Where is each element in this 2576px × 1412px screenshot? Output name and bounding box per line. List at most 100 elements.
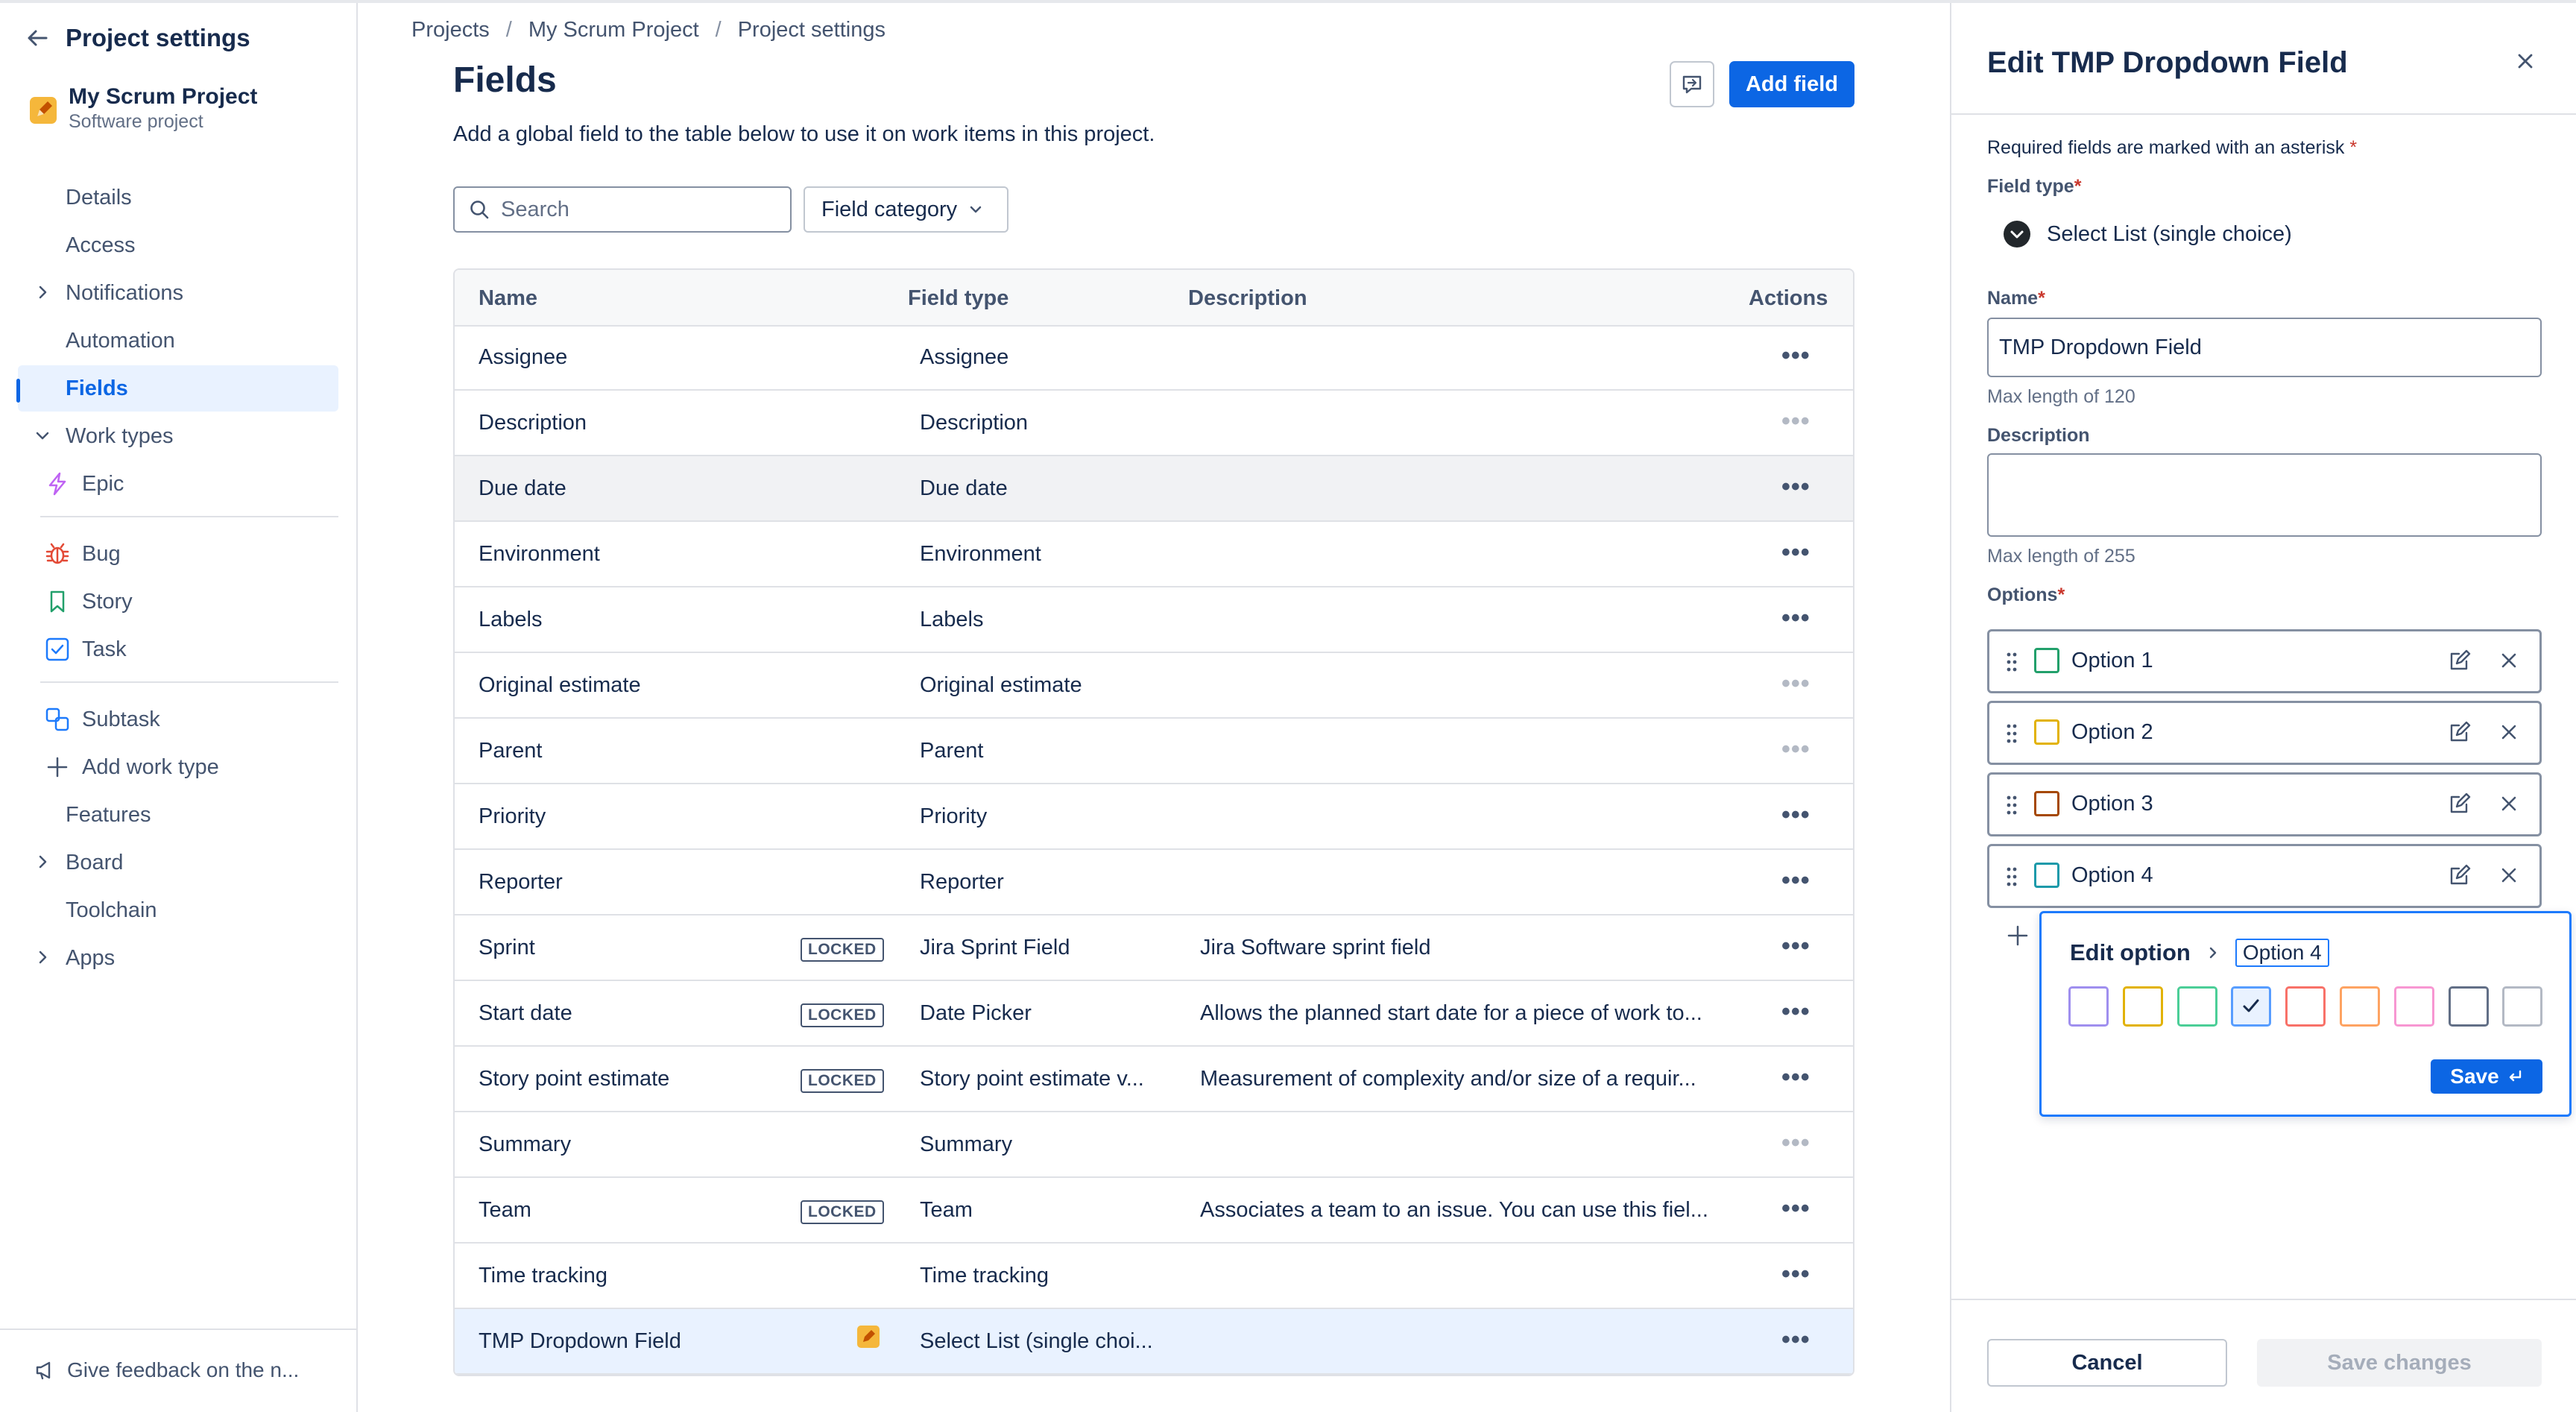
drag-handle-icon[interactable]	[2006, 651, 2018, 673]
edit-icon[interactable]	[2447, 863, 2472, 888]
more-actions-icon[interactable]: •••	[1781, 343, 1811, 368]
table-row[interactable]: Sprint LOCKED Jira Sprint Field Jira Softwa…	[455, 915, 1853, 981]
chevron-right-icon[interactable]	[34, 949, 51, 965]
table-row[interactable]: Parent Parent •••	[455, 719, 1853, 784]
back-arrow-icon[interactable]	[25, 26, 49, 50]
color-swatch[interactable]	[2068, 986, 2109, 1027]
remove-icon[interactable]	[2498, 864, 2520, 886]
more-actions-icon[interactable]: •••	[1781, 474, 1811, 499]
color-swatch[interactable]	[2231, 986, 2272, 1027]
sidebar-item-notifications[interactable]: Notifications	[18, 270, 338, 316]
more-actions-icon[interactable]: •••	[1781, 868, 1811, 893]
add-option-plus-icon[interactable]	[2005, 923, 2030, 948]
color-swatch[interactable]	[2340, 986, 2380, 1027]
chevron-right-icon[interactable]	[34, 854, 51, 870]
work-type-epic[interactable]: Epic	[18, 461, 338, 507]
color-swatch[interactable]	[2285, 986, 2326, 1027]
sidebar-item-automation[interactable]: Automation	[18, 318, 338, 364]
drag-handle-icon[interactable]	[2006, 866, 2018, 888]
sidebar-item-details[interactable]: Details	[18, 174, 338, 221]
more-actions-icon[interactable]: •••	[1781, 605, 1811, 631]
add-work-type-button[interactable]: Add work type	[18, 744, 338, 790]
edit-icon[interactable]	[2447, 791, 2472, 816]
chevron-down-icon[interactable]	[34, 427, 51, 444]
sidebar-item-apps[interactable]: Apps	[18, 935, 338, 981]
name-input[interactable]: TMP Dropdown Field	[1987, 318, 2542, 377]
option-color-swatch[interactable]	[2034, 648, 2059, 673]
option-item[interactable]: Option 1	[1987, 629, 2542, 693]
sidebar-item-access[interactable]: Access	[18, 222, 338, 268]
work-type-subtask[interactable]: Subtask	[18, 696, 338, 743]
more-actions-icon[interactable]: •••	[1781, 933, 1811, 959]
table-row[interactable]: TMP Dropdown Field Select List (single ch…	[455, 1309, 1853, 1375]
option-item[interactable]: Option 2	[1987, 701, 2542, 765]
more-actions-icon[interactable]: •••	[1781, 1065, 1811, 1090]
edit-icon[interactable]	[2447, 648, 2472, 673]
more-actions-icon[interactable]: •••	[1781, 1196, 1811, 1221]
table-row[interactable]: Original estimate Original estimate •••	[455, 653, 1853, 719]
column-header-description[interactable]: Description	[1188, 286, 1307, 311]
sidebar-item-toolchain[interactable]: Toolchain	[18, 887, 338, 933]
more-actions-icon[interactable]: •••	[1781, 1261, 1811, 1287]
search-input[interactable]: Search	[453, 186, 792, 233]
breadcrumb-project[interactable]: My Scrum Project	[528, 18, 699, 42]
color-swatch[interactable]	[2176, 986, 2217, 1027]
feedback-icon-button[interactable]	[1670, 61, 1714, 107]
sidebar-item-board[interactable]: Board	[18, 839, 338, 886]
table-row[interactable]: Priority Priority •••	[455, 784, 1853, 850]
table-row[interactable]: Summary Summary •••	[455, 1112, 1853, 1178]
close-icon[interactable]	[2513, 49, 2537, 73]
table-row[interactable]: Start date LOCKED Date Picker Allows the pl…	[455, 981, 1853, 1047]
table-row[interactable]: Due date Due date •••	[455, 456, 1853, 522]
description-textarea[interactable]	[1987, 453, 2542, 537]
more-actions-icon[interactable]: •••	[1781, 671, 1811, 696]
sidebar-item-features[interactable]: Features	[18, 792, 338, 838]
edit-icon[interactable]	[2447, 719, 2472, 745]
table-row[interactable]: Environment Environment •••	[455, 522, 1853, 587]
option-color-swatch[interactable]	[2034, 719, 2059, 745]
remove-icon[interactable]	[2498, 721, 2520, 743]
table-row[interactable]: Labels Labels •••	[455, 587, 1853, 653]
drag-handle-icon[interactable]	[2006, 722, 2018, 745]
drag-handle-icon[interactable]	[2006, 794, 2018, 816]
option-color-swatch[interactable]	[2034, 863, 2059, 888]
more-actions-icon[interactable]: •••	[1781, 1130, 1811, 1156]
breadcrumb-settings[interactable]: Project settings	[738, 18, 886, 42]
more-actions-icon[interactable]: •••	[1781, 1327, 1811, 1352]
column-header-field-type[interactable]: Field type	[908, 286, 1008, 311]
save-changes-button[interactable]: Save changes	[2257, 1339, 2542, 1387]
color-swatch[interactable]	[2122, 986, 2163, 1027]
breadcrumb-projects[interactable]: Projects	[411, 18, 490, 42]
save-option-button[interactable]: Save	[2431, 1059, 2542, 1094]
color-swatch[interactable]	[2393, 986, 2434, 1027]
table-row[interactable]: Story point estimate LOCKED Story point es…	[455, 1047, 1853, 1112]
chevron-right-icon[interactable]	[34, 284, 51, 300]
color-swatch[interactable]	[2502, 986, 2543, 1027]
option-item[interactable]: Option 3	[1987, 772, 2542, 836]
option-name-input[interactable]: Option 4	[2235, 939, 2329, 967]
more-actions-icon[interactable]: •••	[1781, 409, 1811, 434]
work-type-bug[interactable]: Bug	[18, 531, 338, 577]
work-type-task[interactable]: Task	[18, 626, 338, 672]
table-row[interactable]: Assignee Assignee •••	[455, 325, 1853, 391]
more-actions-icon[interactable]: •••	[1781, 802, 1811, 828]
table-row[interactable]: Time tracking Time tracking •••	[455, 1244, 1853, 1309]
column-header-name[interactable]: Name	[479, 286, 537, 311]
add-field-button[interactable]: Add field	[1729, 61, 1854, 107]
remove-icon[interactable]	[2498, 649, 2520, 672]
work-type-story[interactable]: Story	[18, 579, 338, 625]
sidebar-item-fields[interactable]: Fields	[18, 365, 338, 412]
option-color-swatch[interactable]	[2034, 791, 2059, 816]
table-row[interactable]: Description Description •••	[455, 391, 1853, 456]
more-actions-icon[interactable]: •••	[1781, 540, 1811, 565]
more-actions-icon[interactable]: •••	[1781, 737, 1811, 762]
option-item[interactable]: Option 4	[1987, 844, 2542, 908]
table-row[interactable]: Reporter Reporter •••	[455, 850, 1853, 915]
cancel-button[interactable]: Cancel	[1987, 1339, 2227, 1387]
feedback-button[interactable]: Give feedback on the n...	[34, 1358, 299, 1382]
sidebar-item-work-types[interactable]: Work types	[18, 413, 338, 459]
field-category-dropdown[interactable]: Field category	[804, 186, 1008, 233]
more-actions-icon[interactable]: •••	[1781, 999, 1811, 1024]
table-row[interactable]: Team LOCKED Team Associates a team to an is…	[455, 1178, 1853, 1244]
color-swatch[interactable]	[2448, 986, 2489, 1027]
